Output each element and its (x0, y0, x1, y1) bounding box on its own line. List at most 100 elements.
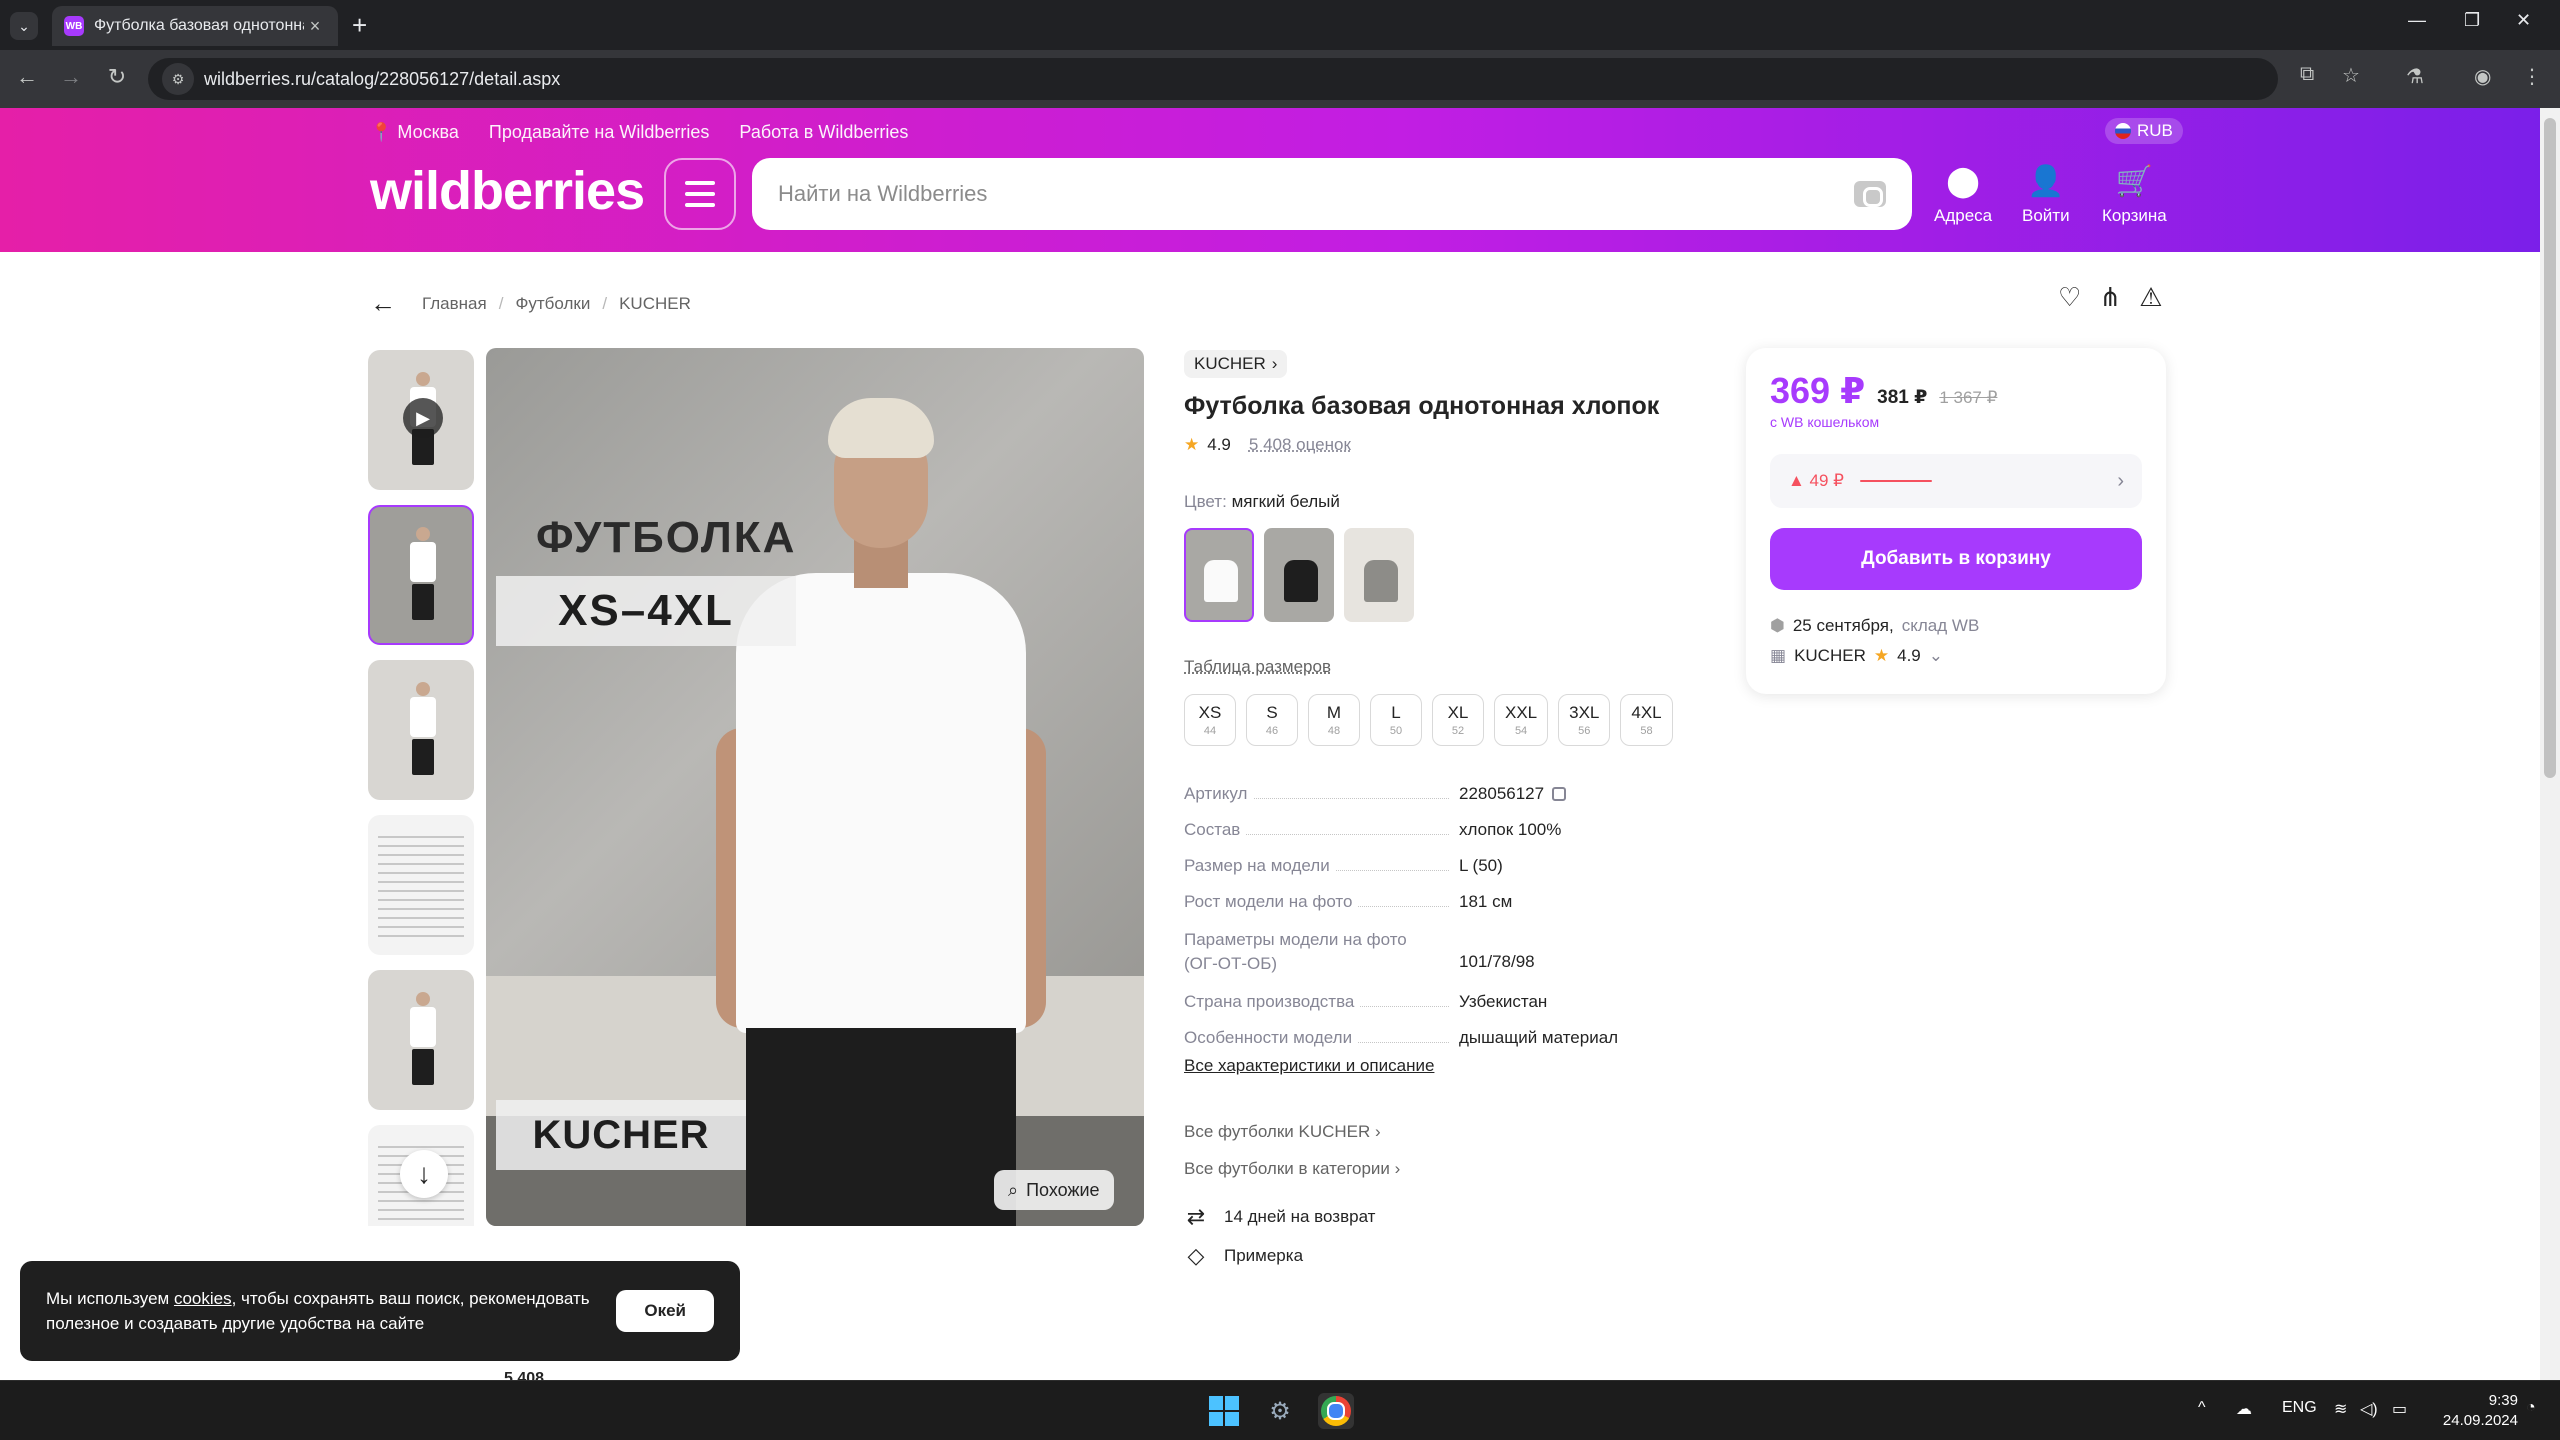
scroll-down-arrow-icon[interactable]: ↓ (400, 1150, 448, 1198)
window-close-icon[interactable]: ✕ (2516, 10, 2531, 31)
install-app-icon[interactable]: ⧉ (2300, 63, 2314, 86)
spec-value: 181 см (1459, 892, 1513, 911)
browser-tab-active[interactable]: WB Футболка базовая однотонная × (52, 6, 338, 46)
cloud-offline-icon[interactable]: ☁ (2236, 1399, 2252, 1419)
thumbnail-size-chart[interactable] (368, 815, 474, 955)
cookie-ok-button[interactable]: Окей (616, 1290, 714, 1332)
restore-icon[interactable]: ❐ (2464, 10, 2480, 31)
spec-row: Состав хлопок 100% (1184, 820, 1664, 840)
size-option-xxl[interactable]: XXL 54 (1494, 694, 1549, 746)
all-category-tshirts-link[interactable]: Все футболки в категории › (1184, 1150, 1400, 1187)
reviews-link[interactable]: 5 408 оценок (1249, 435, 1351, 455)
size-option-xl[interactable]: XL 52 (1432, 694, 1484, 746)
volume-icon[interactable]: ◁) (2360, 1399, 2378, 1419)
seller-info[interactable]: ▦ KUCHER ★ 4.9 ⌄ (1770, 646, 1943, 666)
back-arrow-icon[interactable]: ← (370, 288, 396, 319)
currency-selector[interactable]: RUB (2105, 118, 2183, 144)
return-policy[interactable]: ⇄ 14 дней на возврат (1184, 1204, 1376, 1230)
profile-icon[interactable]: ◉ (2474, 64, 2491, 89)
swatch-white[interactable] (1184, 528, 1254, 622)
site-settings-icon[interactable]: ⚙ (162, 63, 194, 95)
scrollbar-thumb[interactable] (2544, 118, 2556, 778)
copy-icon[interactable] (1552, 787, 1567, 801)
address-bar[interactable]: ⚙ wildberries.ru/catalog/228056127/detai… (148, 58, 2278, 100)
breadcrumb-home[interactable]: Главная (422, 294, 487, 314)
site-header: 📍 Москва Продавайте на Wildberries Работ… (0, 108, 2540, 252)
thumbnail-photo-3[interactable] (368, 970, 474, 1110)
spec-value: дышащий материал (1459, 1028, 1619, 1047)
size-option-4xl[interactable]: 4XL 58 (1620, 694, 1673, 746)
settings-gear-icon[interactable]: ⚙ (1262, 1393, 1298, 1429)
size-option-s[interactable]: S 46 (1246, 694, 1298, 746)
size-option-l[interactable]: L 50 (1370, 694, 1422, 746)
favorite-heart-icon[interactable]: ♡ (2058, 282, 2081, 313)
add-to-cart-button[interactable]: Добавить в корзину (1770, 528, 2142, 590)
tab-search-chevron-icon[interactable]: ⌄ (10, 12, 38, 40)
bookmark-star-icon[interactable]: ☆ (2342, 63, 2360, 88)
cookie-text-start: Мы используем (46, 1289, 174, 1308)
thumbnail-photo-2[interactable] (368, 660, 474, 800)
new-tab-icon[interactable]: + (352, 10, 367, 40)
breadcrumb: ← Главная / Футболки / KUCHER (370, 288, 691, 319)
chrome-taskbar-icon[interactable] (1318, 1393, 1354, 1429)
cart-button[interactable]: 🛒 Корзина (2102, 166, 2167, 226)
back-icon[interactable]: ← (12, 64, 42, 90)
wifi-icon[interactable]: ≋ (2334, 1399, 2347, 1419)
login-button[interactable]: 👤 Войти (2022, 166, 2070, 226)
tab-close-icon[interactable]: × (304, 16, 326, 37)
thumbnail-video[interactable]: ▶ (368, 350, 474, 490)
size-ru: 54 (1514, 725, 1528, 737)
search-input[interactable]: Найти на Wildberries (752, 158, 1912, 230)
camera-search-icon[interactable] (1854, 181, 1886, 207)
clock[interactable]: 9:39 24.09.2024 (2432, 1391, 2518, 1431)
color-swatches (1184, 528, 1414, 622)
brand-name: KUCHER (1194, 354, 1266, 373)
price-history-button[interactable]: ▲ 49 ₽ › (1770, 454, 2142, 508)
sell-link[interactable]: Продавайте на Wildberries (489, 122, 710, 143)
forward-icon[interactable]: → (56, 64, 86, 90)
size-option-m[interactable]: M 48 (1308, 694, 1360, 746)
page-scrollbar[interactable] (2540, 108, 2560, 1380)
size-ru: 58 (1640, 725, 1653, 737)
breadcrumb-brand[interactable]: KUCHER (619, 294, 691, 314)
notifications-icon[interactable]: ◔ (2526, 1399, 2536, 1417)
wildberries-logo[interactable]: wildberries (370, 160, 645, 222)
addresses-button[interactable]: ⬤ Адреса (1934, 166, 1992, 226)
currency-code: RUB (2137, 121, 2173, 140)
main-product-photo[interactable]: ФУТБОЛКА XS–4XL KUCHER ⌕ Похожие (486, 348, 1144, 1226)
thumbnail-strip: ▶ (368, 350, 476, 1226)
reload-icon[interactable]: ↻ (102, 64, 132, 90)
brand-link[interactable]: KUCHER › (1184, 350, 1288, 378)
size-option-xs[interactable]: XS 44 (1184, 694, 1236, 746)
battery-icon[interactable]: ▭ (2392, 1399, 2407, 1419)
breadcrumb-category[interactable]: Футболки (515, 294, 590, 314)
windows-start-icon[interactable] (1206, 1393, 1242, 1429)
tray-chevron-up-icon[interactable]: ^ (2198, 1399, 2206, 1417)
similar-label: Похожие (1026, 1179, 1100, 1200)
fitting-info[interactable]: ◇ Примерка (1184, 1243, 1304, 1269)
specs-table: Артикул 228056127 Состав хлопок 100% Раз… (1184, 784, 1664, 1064)
city-selector[interactable]: 📍 Москва (370, 122, 459, 143)
cookies-link[interactable]: cookies (174, 1289, 232, 1308)
catalog-menu-button[interactable] (664, 158, 736, 230)
wallet-note[interactable]: с WB кошельком (1770, 414, 1879, 430)
swatch-grey[interactable] (1344, 528, 1414, 622)
size-label: 3XL (1569, 703, 1600, 722)
language-indicator[interactable]: ENG (2282, 1399, 2317, 1417)
all-brand-tshirts-link[interactable]: Все футболки KUCHER › (1184, 1113, 1400, 1150)
regular-price: 381 ₽ (1877, 387, 1928, 408)
similar-button[interactable]: ⌕ Похожие (994, 1170, 1114, 1210)
swatch-black[interactable] (1264, 528, 1334, 622)
size-option-3xl[interactable]: 3XL 56 (1558, 694, 1611, 746)
minimize-icon[interactable]: — (2408, 10, 2426, 31)
size-ru: 52 (1451, 725, 1465, 737)
report-icon[interactable]: ⚠ (2139, 282, 2162, 313)
jobs-link[interactable]: Работа в Wildberries (739, 122, 908, 143)
size-table-link[interactable]: Таблица размеров (1184, 657, 1331, 677)
share-icon[interactable]: ⋔ (2099, 282, 2121, 313)
thumbnail-photo-1[interactable] (368, 505, 474, 645)
chrome-menu-icon[interactable]: ⋮ (2522, 64, 2542, 89)
labs-flask-icon[interactable]: ⚗ (2406, 64, 2424, 89)
all-characteristics-link[interactable]: Все характеристики и описание (1184, 1056, 1434, 1076)
seller-name: KUCHER (1794, 646, 1866, 665)
